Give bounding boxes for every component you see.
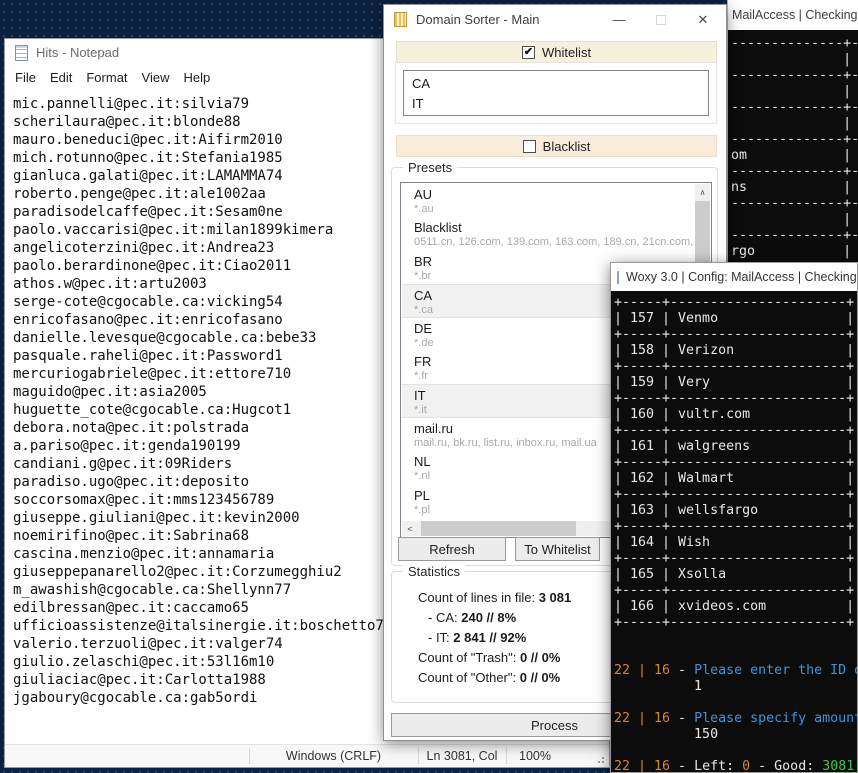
preset-detail: 0511.cn, 126.com, 139.com, 163.com, 189.… xyxy=(414,236,694,249)
horizontal-scroll-thumb[interactable] xyxy=(421,521,576,536)
preset-name: AU xyxy=(414,187,694,203)
blacklist-checkbox[interactable] xyxy=(523,140,536,153)
domain-sorter-title: Domain Sorter - Main xyxy=(416,12,540,27)
scroll-left-icon[interactable]: < xyxy=(402,521,418,536)
background-console-window: MailAccess | Checking.. --------------+-… xyxy=(727,0,858,262)
preset-item-blacklist[interactable]: Blacklist0511.cn, 126.com, 139.com, 163.… xyxy=(402,217,694,250)
close-icon[interactable]: ✕ xyxy=(682,5,724,34)
maximize-icon xyxy=(640,5,682,34)
background-console-output: --------------+-- | --------------+-- | … xyxy=(728,30,858,262)
to-whitelist-button[interactable]: To Whitelist xyxy=(515,537,600,561)
whitelist-entry[interactable]: CA xyxy=(412,74,700,94)
preset-item-au[interactable]: AU*.au xyxy=(402,184,694,217)
resize-grip[interactable] xyxy=(595,754,605,764)
whitelist-checkbox-row[interactable]: ✔ Whitelist xyxy=(396,41,717,63)
domain-sorter-titlebar[interactable]: Domain Sorter - Main — ✕ xyxy=(384,5,726,34)
scroll-up-icon[interactable]: ∧ xyxy=(695,184,710,200)
domain-sorter-app-icon xyxy=(394,12,407,27)
whitelist-label: Whitelist xyxy=(542,45,591,60)
notepad-icon xyxy=(15,45,28,61)
background-console-title: MailAccess | Checking.. xyxy=(732,8,858,22)
whitelist-checkbox[interactable]: ✔ xyxy=(522,46,535,59)
whitelist-listbox[interactable]: CAIT xyxy=(403,70,709,116)
menu-view[interactable]: View xyxy=(135,70,177,85)
whitelist-panel: CAIT xyxy=(395,62,717,124)
whitelist-entry[interactable]: IT xyxy=(412,94,700,114)
menu-file[interactable]: File xyxy=(8,70,43,85)
woxy-console-output: +-----+----------------------+ | 157 | V… xyxy=(611,291,857,772)
status-eol: Windows (CRLF) xyxy=(249,745,418,768)
woxy-console-window: Woxy 3.0 | Config: MailAccess | Checking… xyxy=(610,262,858,773)
presets-legend: Presets xyxy=(403,160,457,175)
notepad-statusbar: Windows (CRLF) Ln 3081, Col 30 100% xyxy=(5,744,609,767)
background-console-titlebar[interactable]: MailAccess | Checking.. xyxy=(728,0,858,30)
blacklist-checkbox-row[interactable]: Blacklist xyxy=(396,135,717,157)
preset-name: Blacklist xyxy=(414,220,694,236)
statistics-legend: Statistics xyxy=(403,564,465,579)
notepad-title: Hits - Notepad xyxy=(36,45,119,60)
menu-edit[interactable]: Edit xyxy=(43,70,79,85)
status-zoom-level: 100% xyxy=(506,745,564,768)
minimize-icon[interactable]: — xyxy=(598,5,640,34)
menu-format[interactable]: Format xyxy=(79,70,134,85)
woxy-titlebar[interactable]: Woxy 3.0 | Config: MailAccess | Checking… xyxy=(611,263,857,291)
preset-detail: *.au xyxy=(414,203,694,216)
desktop: Hits - Notepad FileEditFormatViewHelp mi… xyxy=(0,0,858,773)
console-app-icon xyxy=(617,271,619,284)
refresh-button[interactable]: Refresh xyxy=(398,537,506,561)
blacklist-label: Blacklist xyxy=(543,139,591,154)
status-cursor-position: Ln 3081, Col 30 xyxy=(418,745,506,768)
woxy-title: Woxy 3.0 | Config: MailAccess | Checking… xyxy=(626,270,857,284)
menu-help[interactable]: Help xyxy=(176,70,217,85)
